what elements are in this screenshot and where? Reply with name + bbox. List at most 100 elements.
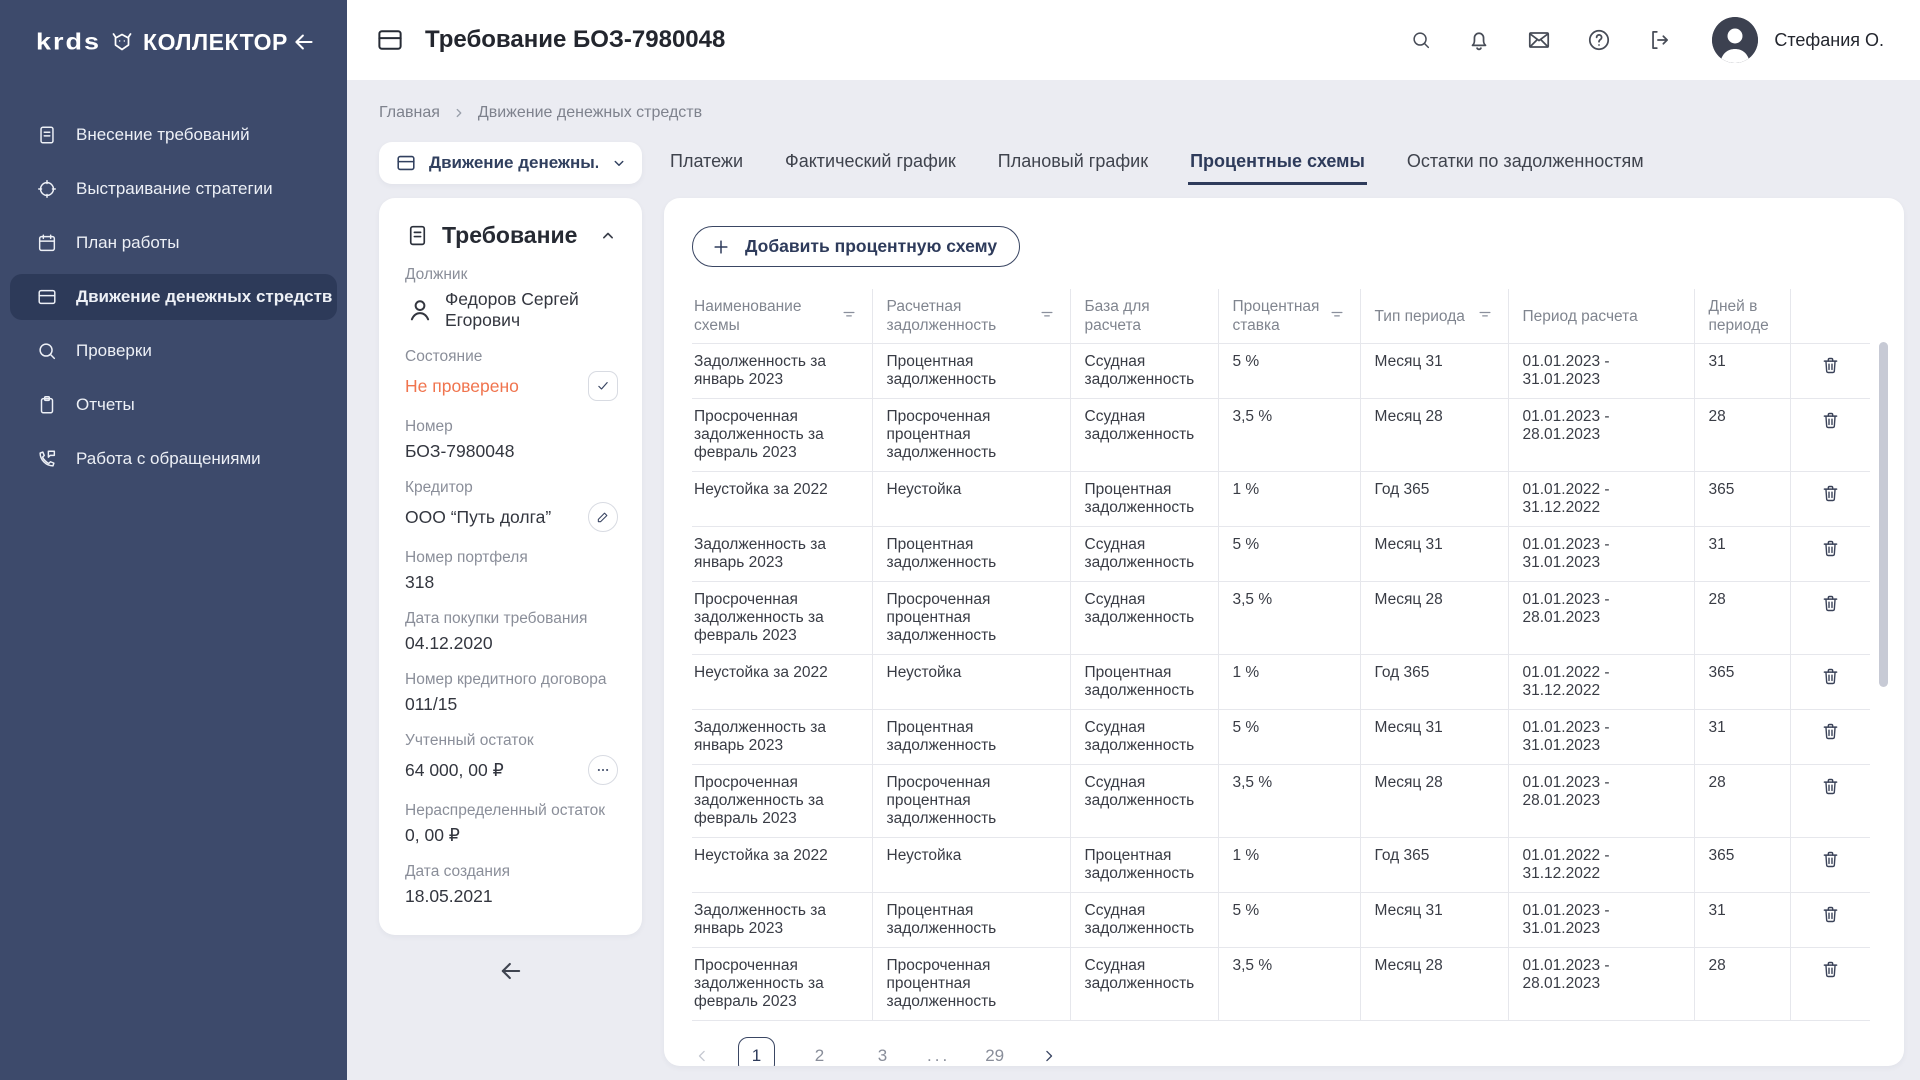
next-page-button[interactable] [1039,1046,1059,1066]
requirement-field: Номер кредитного договора011/15 [405,671,618,715]
sidebar-item[interactable]: Выстраивание стратегии [10,166,337,212]
collapse-panel-button[interactable] [598,226,618,246]
field-value: ООО “Путь долга” [405,507,551,528]
column-header[interactable]: Наименование схемы [692,289,872,344]
delete-row-button[interactable] [1820,410,1841,431]
row-actions [1790,527,1870,582]
search-button[interactable] [1410,29,1432,51]
tabs: Платежи Фактический график Плановый график… [668,142,1646,184]
filter-icon[interactable] [1476,305,1494,328]
filter-icon[interactable] [1038,305,1056,328]
filter-icon[interactable] [1328,305,1346,328]
vertical-scrollbar[interactable] [1879,342,1888,687]
page-button[interactable]: 1 [738,1037,775,1066]
delete-row-button[interactable] [1820,721,1841,742]
table-row: Задолженность за январь 2023Процентная з… [692,710,1870,765]
bell-icon [1466,27,1492,53]
trash-icon [1820,849,1841,870]
column-header[interactable]: Тип периода [1360,289,1508,344]
pencil-icon [595,509,611,525]
tab[interactable]: Плановый график [996,141,1150,185]
sidebar-item[interactable]: Отчеты [10,382,337,428]
table-cell: Ссудная задолженность [1070,948,1218,1021]
sidebar-item-label: Движение денежных стредств [76,287,332,307]
field-value: 18.05.2021 [405,886,493,907]
page-button[interactable]: 2 [801,1037,838,1066]
page-button[interactable]: 29 [976,1037,1013,1066]
table-cell: 5 % [1218,344,1360,399]
sidebar-item[interactable]: Работа с обращениями [10,436,337,482]
table-cell: 1 % [1218,838,1360,893]
prev-page-button[interactable] [692,1046,712,1066]
tab[interactable]: Остатки по задолженностям [1405,141,1646,185]
sidebar-collapse-button[interactable] [291,29,317,55]
help-button[interactable] [1586,27,1612,53]
page-title: Требование БОЗ-7980048 [425,26,725,54]
table-cell: Ссудная задолженность [1070,710,1218,765]
delete-row-button[interactable] [1820,483,1841,504]
table-row: Неустойка за 2022НеустойкаПроцентная зад… [692,655,1870,710]
table-row: Неустойка за 2022НеустойкаПроцентная зад… [692,472,1870,527]
table-cell: 01.01.2023 - 31.01.2023 [1508,527,1694,582]
ellipsis-button[interactable] [588,755,618,785]
page-button[interactable]: 3 [864,1037,901,1066]
user-chip[interactable]: Стефания О. [1712,17,1884,63]
table-cell: Ссудная задолженность [1070,765,1218,838]
trash-icon [1820,904,1841,925]
back-arrow-button[interactable] [497,957,525,985]
table-cell: Ссудная задолженность [1070,527,1218,582]
table-cell: Месяц 31 [1360,710,1508,765]
delete-row-button[interactable] [1820,355,1841,376]
table-cell: 01.01.2023 - 28.01.2023 [1508,582,1694,655]
delete-row-button[interactable] [1820,904,1841,925]
sidebar-item[interactable]: Движение денежных стредств [10,274,337,320]
table-cell: 5 % [1218,527,1360,582]
filter-icon[interactable] [840,305,858,328]
mail-button[interactable] [1526,27,1552,53]
requirement-panel: Требование ДолжникФедоров Сергей Егорови… [379,198,642,935]
add-scheme-button[interactable]: Добавить процентную схему [692,226,1020,267]
bell-button[interactable] [1466,27,1492,53]
requirement-card-icon [375,25,405,55]
delete-row-button[interactable] [1820,666,1841,687]
delete-row-button[interactable] [1820,959,1841,980]
table-cell: Ссудная задолженность [1070,893,1218,948]
table-cell: 31 [1694,893,1790,948]
table-cell: 01.01.2023 - 31.01.2023 [1508,893,1694,948]
tab[interactable]: Фактический график [783,141,958,185]
mail-icon [1526,27,1552,53]
delete-row-button[interactable] [1820,849,1841,870]
column-header[interactable]: Процентная ставка [1218,289,1360,344]
sidebar-item[interactable]: Внесение требований [10,112,337,158]
field-label: Номер [405,418,618,436]
logout-button[interactable] [1646,27,1672,53]
pencil-button[interactable] [588,502,618,532]
delete-row-button[interactable] [1820,593,1841,614]
table-cell: Просроченная процентная задолженность [872,948,1070,1021]
delete-row-button[interactable] [1820,776,1841,797]
column-header[interactable]: Расчетная задолженность [872,289,1070,344]
row-actions [1790,948,1870,1021]
target-icon [36,178,58,200]
field-label: Номер портфеля [405,549,618,567]
sidebar-item[interactable]: План работы [10,220,337,266]
trash-icon [1820,593,1841,614]
row-actions [1790,655,1870,710]
sidebar-item-label: Внесение требований [76,125,250,145]
field-value: 64 000, 00 ₽ [405,760,504,781]
sidebar-item[interactable]: Проверки [10,328,337,374]
check-button[interactable] [588,371,618,401]
tab[interactable]: Платежи [668,141,745,185]
trash-icon [1820,483,1841,504]
context-dropdown[interactable]: Движение денежны... [379,142,642,184]
table-cell: 5 % [1218,893,1360,948]
tab[interactable]: Процентные схемы [1188,141,1367,185]
sidebar-item-label: Проверки [76,341,152,361]
avatar[interactable] [1712,17,1758,63]
delete-row-button[interactable] [1820,538,1841,559]
table-cell: 01.01.2023 - 28.01.2023 [1508,948,1694,1021]
schemes-table: Наименование схемыРасчетная задолженност… [692,289,1870,1021]
table-cell: 31 [1694,710,1790,765]
table-cell: 1 % [1218,655,1360,710]
breadcrumb-item-home[interactable]: Главная [379,104,440,122]
